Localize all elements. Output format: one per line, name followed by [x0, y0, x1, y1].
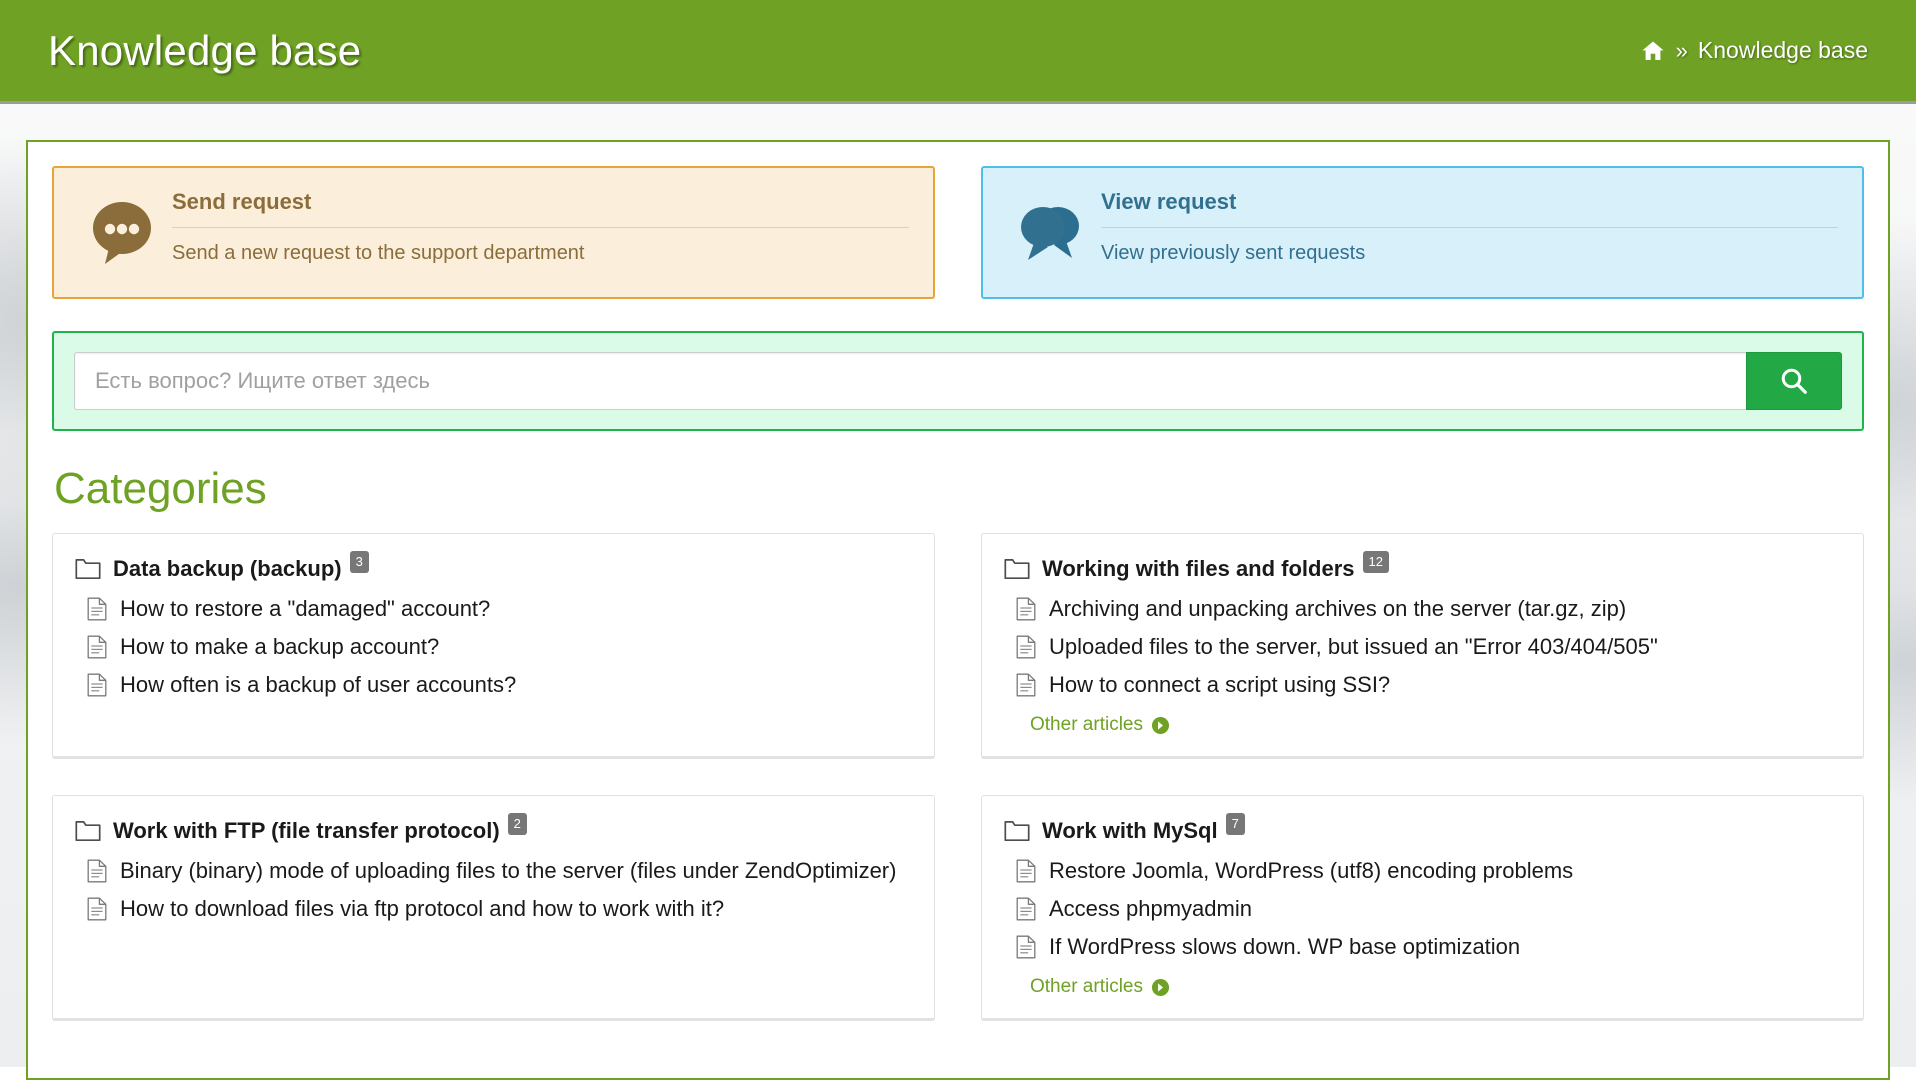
article-title: Binary (binary) mode of uploading files …: [120, 858, 896, 884]
page-title: Knowledge base: [48, 30, 361, 72]
category-count-badge: 2: [508, 813, 527, 835]
other-articles-label: Other articles: [1030, 714, 1143, 736]
home-icon[interactable]: [1640, 39, 1666, 63]
categories-grid: Data backup (backup) 3 How to restore a …: [52, 533, 1864, 1021]
article-item-0-1[interactable]: How to make a backup account?: [75, 628, 912, 666]
send-request-box[interactable]: Send request Send a new request to the s…: [52, 166, 935, 299]
view-request-title: View request: [1101, 190, 1838, 228]
search-icon: [1779, 366, 1809, 396]
document-icon: [1016, 597, 1036, 621]
categories-heading: Categories: [54, 467, 1864, 511]
other-articles-label: Other articles: [1030, 976, 1143, 998]
content-panel: Send request Send a new request to the s…: [26, 140, 1890, 1080]
article-item-2-0[interactable]: Binary (binary) mode of uploading files …: [75, 852, 912, 890]
category-title-row: Data backup (backup) 3: [75, 556, 912, 582]
search-panel: [52, 331, 1864, 431]
category-count-badge: 3: [350, 551, 369, 573]
article-item-1-0[interactable]: Archiving and unpacking archives on the …: [1004, 590, 1841, 628]
article-item-1-2[interactable]: How to connect a script using SSI?: [1004, 666, 1841, 704]
article-title: How to make a backup account?: [120, 634, 439, 660]
article-item-3-0[interactable]: Restore Joomla, WordPress (utf8) encodin…: [1004, 852, 1841, 890]
article-list: How to restore a "damaged" account? How …: [75, 590, 912, 704]
article-title: Restore Joomla, WordPress (utf8) encodin…: [1049, 858, 1573, 884]
article-title: How to restore a "damaged" account?: [120, 596, 490, 622]
article-item-2-1[interactable]: How to download files via ftp protocol a…: [75, 890, 912, 928]
category-title[interactable]: Working with files and folders: [1042, 556, 1355, 582]
send-request-subtitle: Send a new request to the support depart…: [172, 228, 909, 265]
double-speech-bubble-icon: [1007, 190, 1095, 264]
search-button[interactable]: [1746, 352, 1842, 410]
article-item-0-0[interactable]: How to restore a "damaged" account?: [75, 590, 912, 628]
view-request-box[interactable]: View request View previously sent reques…: [981, 166, 1864, 299]
article-title: If WordPress slows down. WP base optimiz…: [1049, 934, 1520, 960]
folder-icon: [1004, 820, 1030, 842]
document-icon: [87, 635, 107, 659]
article-title: Archiving and unpacking archives on the …: [1049, 596, 1626, 622]
search-input[interactable]: [74, 352, 1746, 410]
article-item-1-1[interactable]: Uploaded files to the server, but issued…: [1004, 628, 1841, 666]
category-title[interactable]: Data backup (backup): [113, 556, 342, 582]
article-item-0-2[interactable]: How often is a backup of user accounts?: [75, 666, 912, 704]
category-count-badge: 12: [1363, 551, 1389, 573]
document-icon: [1016, 935, 1036, 959]
article-list: Binary (binary) mode of uploading files …: [75, 852, 912, 928]
category-title[interactable]: Work with FTP (file transfer protocol): [113, 818, 500, 844]
arrow-circle-right-icon: [1151, 716, 1170, 735]
article-title: Access phpmyadmin: [1049, 896, 1252, 922]
document-icon: [1016, 897, 1036, 921]
document-icon: [87, 673, 107, 697]
breadcrumb-current: Knowledge base: [1698, 37, 1868, 64]
category-title[interactable]: Work with MySql: [1042, 818, 1218, 844]
article-title: How to download files via ftp protocol a…: [120, 896, 724, 922]
category-card-1: Working with files and folders 12 Archiv…: [981, 533, 1864, 759]
article-item-3-1[interactable]: Access phpmyadmin: [1004, 890, 1841, 928]
folder-icon: [75, 558, 101, 580]
category-card-2: Work with FTP (file transfer protocol) 2…: [52, 795, 935, 1021]
view-request-subtitle: View previously sent requests: [1101, 228, 1838, 265]
category-card-0: Data backup (backup) 3 How to restore a …: [52, 533, 935, 759]
category-title-row: Work with MySql 7: [1004, 818, 1841, 844]
other-articles-link[interactable]: Other articles: [1030, 714, 1170, 736]
speech-bubble-dots-icon: [78, 190, 166, 264]
other-articles-link[interactable]: Other articles: [1030, 976, 1170, 998]
document-icon: [1016, 673, 1036, 697]
arrow-circle-right-icon: [1151, 978, 1170, 997]
article-list: Restore Joomla, WordPress (utf8) encodin…: [1004, 852, 1841, 966]
category-card-3: Work with MySql 7 Restore Joomla, WordPr…: [981, 795, 1864, 1021]
send-request-title: Send request: [172, 190, 909, 228]
breadcrumb-separator: »: [1676, 38, 1688, 64]
page-header: Knowledge base » Knowledge base: [0, 0, 1916, 104]
article-title: Uploaded files to the server, but issued…: [1049, 634, 1658, 660]
category-count-badge: 7: [1226, 813, 1245, 835]
document-icon: [1016, 859, 1036, 883]
article-list: Archiving and unpacking archives on the …: [1004, 590, 1841, 704]
document-icon: [87, 597, 107, 621]
folder-icon: [75, 820, 101, 842]
category-title-row: Work with FTP (file transfer protocol) 2: [75, 818, 912, 844]
document-icon: [1016, 635, 1036, 659]
article-item-3-2[interactable]: If WordPress slows down. WP base optimiz…: [1004, 928, 1841, 966]
document-icon: [87, 897, 107, 921]
article-title: How to connect a script using SSI?: [1049, 672, 1390, 698]
folder-icon: [1004, 558, 1030, 580]
category-title-row: Working with files and folders 12: [1004, 556, 1841, 582]
breadcrumb: » Knowledge base: [1640, 37, 1868, 64]
request-boxes-row: Send request Send a new request to the s…: [52, 166, 1864, 299]
article-title: How often is a backup of user accounts?: [120, 672, 516, 698]
document-icon: [87, 859, 107, 883]
